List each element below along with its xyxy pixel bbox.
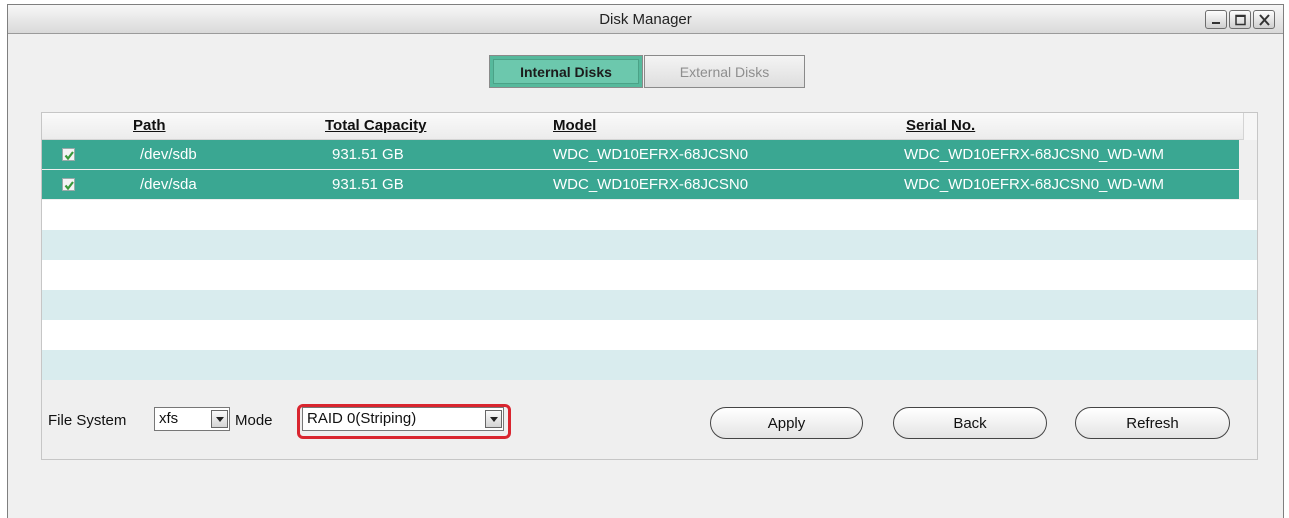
maximize-button[interactable]: [1229, 10, 1251, 29]
checkmark-icon: [64, 151, 74, 161]
apply-button[interactable]: Apply: [710, 407, 863, 439]
row-checkbox[interactable]: [62, 148, 75, 161]
empty-row: [42, 230, 1257, 260]
refresh-button[interactable]: Refresh: [1075, 407, 1230, 439]
mode-select[interactable]: RAID 0(Striping): [302, 407, 504, 431]
column-header-model[interactable]: Model: [553, 117, 596, 134]
disk-table: Path Total Capacity Model Serial No. /de…: [42, 113, 1257, 380]
tab-external-disks-label: External Disks: [679, 63, 770, 80]
empty-row: [42, 350, 1257, 380]
tab-external-disks[interactable]: External Disks: [644, 55, 805, 88]
mode-value: RAID 0(Striping): [307, 410, 417, 427]
empty-row: [42, 260, 1257, 290]
row-checkbox[interactable]: [62, 178, 75, 191]
close-icon: [1259, 14, 1270, 26]
bottom-controls: File System xfs Mode RAID 0(Striping) Ap…: [42, 403, 1257, 443]
table-header: Path Total Capacity Model Serial No.: [42, 113, 1257, 140]
scrollbar-header-corner: [1243, 113, 1257, 140]
column-header-path[interactable]: Path: [133, 117, 166, 134]
cell-serial: WDC_WD10EFRX-68JCSN0_WD-WM: [904, 176, 1165, 193]
minimize-button[interactable]: [1205, 10, 1227, 29]
disk-tabs: Internal Disks External Disks: [489, 55, 805, 88]
cell-path: /dev/sda: [140, 176, 197, 193]
minimize-icon: [1212, 22, 1220, 24]
tab-internal-disks-label: Internal Disks: [520, 63, 612, 80]
table-row[interactable]: /dev/sdb 931.51 GB WDC_WD10EFRX-68JCSN0 …: [42, 140, 1239, 169]
checkmark-icon: [64, 181, 74, 191]
cell-capacity: 931.51 GB: [332, 146, 404, 163]
empty-row: [42, 290, 1257, 320]
cell-serial: WDC_WD10EFRX-68JCSN0_WD-WM: [904, 146, 1165, 163]
mode-dropdown-button[interactable]: [485, 410, 502, 428]
window-title: Disk Manager: [599, 11, 692, 28]
close-button[interactable]: [1253, 10, 1275, 29]
column-header-serial-no[interactable]: Serial No.: [906, 117, 975, 134]
chevron-down-icon: [216, 417, 224, 422]
file-system-value: xfs: [159, 410, 179, 427]
maximize-icon: [1235, 14, 1246, 26]
file-system-label: File System: [48, 412, 127, 429]
empty-row: [42, 200, 1257, 230]
file-system-select[interactable]: xfs: [154, 407, 230, 431]
column-header-total-capacity[interactable]: Total Capacity: [325, 117, 426, 134]
table-row[interactable]: /dev/sda 931.51 GB WDC_WD10EFRX-68JCSN0 …: [42, 170, 1239, 199]
chevron-down-icon: [490, 417, 498, 422]
file-system-dropdown-button[interactable]: [211, 410, 228, 428]
disk-panel: Path Total Capacity Model Serial No. /de…: [41, 112, 1258, 460]
cell-path: /dev/sdb: [140, 146, 197, 163]
tab-internal-disks[interactable]: Internal Disks: [489, 55, 643, 88]
window-controls: [1205, 10, 1275, 29]
disk-manager-window: Disk Manager Internal Disks External Dis…: [7, 4, 1284, 518]
back-button[interactable]: Back: [893, 407, 1047, 439]
mode-label: Mode: [235, 412, 273, 429]
cell-capacity: 931.51 GB: [332, 176, 404, 193]
cell-model: WDC_WD10EFRX-68JCSN0: [553, 176, 749, 193]
cell-model: WDC_WD10EFRX-68JCSN0: [553, 146, 749, 163]
title-bar[interactable]: Disk Manager: [8, 5, 1283, 34]
empty-row: [42, 320, 1257, 350]
